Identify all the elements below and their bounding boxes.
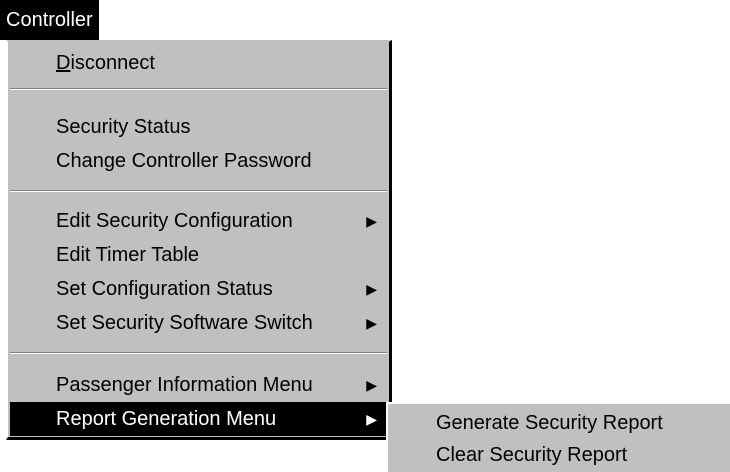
menu-item-passenger-information-menu[interactable]: Passenger Information Menu ▶ (10, 368, 387, 402)
menu-item-report-generation-menu[interactable]: Report Generation Menu ▶ (10, 402, 387, 436)
menu-item-set-security-software-switch[interactable]: Set Security Software Switch ▶ (10, 306, 387, 340)
disconnect-label-rest: isconnect (70, 52, 155, 74)
submenu-arrow-icon: ▶ (366, 281, 377, 297)
menu-item-label: Set Security Software Switch (56, 312, 313, 334)
menu-item-label: Edit Timer Table (56, 244, 200, 266)
submenu-arrow-icon: ▶ (366, 377, 377, 393)
submenu-arrow-icon: ▶ (366, 213, 377, 229)
menu-item-label: Edit Security Configuration (56, 210, 293, 232)
menu-item-label: Security Status (56, 116, 191, 138)
menu-item-label: Change Controller Password (56, 150, 312, 172)
menu-item-disconnect[interactable]: Disconnect (10, 46, 387, 80)
submenu-item-generate-security-report[interactable]: Generate Security Report (390, 406, 728, 440)
menu-item-change-controller-password[interactable]: Change Controller Password (10, 144, 387, 178)
menu-item-edit-security-configuration[interactable]: Edit Security Configuration ▶ (10, 204, 387, 238)
report-generation-submenu: Generate Security Report Clear Security … (386, 402, 730, 472)
disconnect-accelerator: D (56, 52, 71, 74)
menu-item-label: Set Configuration Status (56, 278, 273, 300)
menu-item-label: Clear Security Report (436, 444, 628, 466)
submenu-arrow-icon: ▶ (366, 315, 377, 331)
menu-separator-2 (10, 190, 387, 192)
menu-item-security-status[interactable]: Security Status (10, 110, 387, 144)
controller-menu-title[interactable]: Controller (0, 0, 99, 40)
menu-item-label: Passenger Information Menu (56, 374, 313, 396)
menu-item-edit-timer-table[interactable]: Edit Timer Table (10, 238, 387, 272)
menu-item-label: Generate Security Report (436, 412, 663, 434)
controller-dropdown-menu: Disconnect Security Status Change Contro… (6, 40, 392, 440)
submenu-arrow-icon: ▶ (366, 411, 377, 427)
menu-item-set-configuration-status[interactable]: Set Configuration Status ▶ (10, 272, 387, 306)
submenu-item-clear-security-report[interactable]: Clear Security Report (390, 438, 728, 472)
menu-separator-1 (10, 88, 387, 90)
menu-item-label: Report Generation Menu (56, 408, 277, 430)
menu-separator-3 (10, 352, 387, 354)
